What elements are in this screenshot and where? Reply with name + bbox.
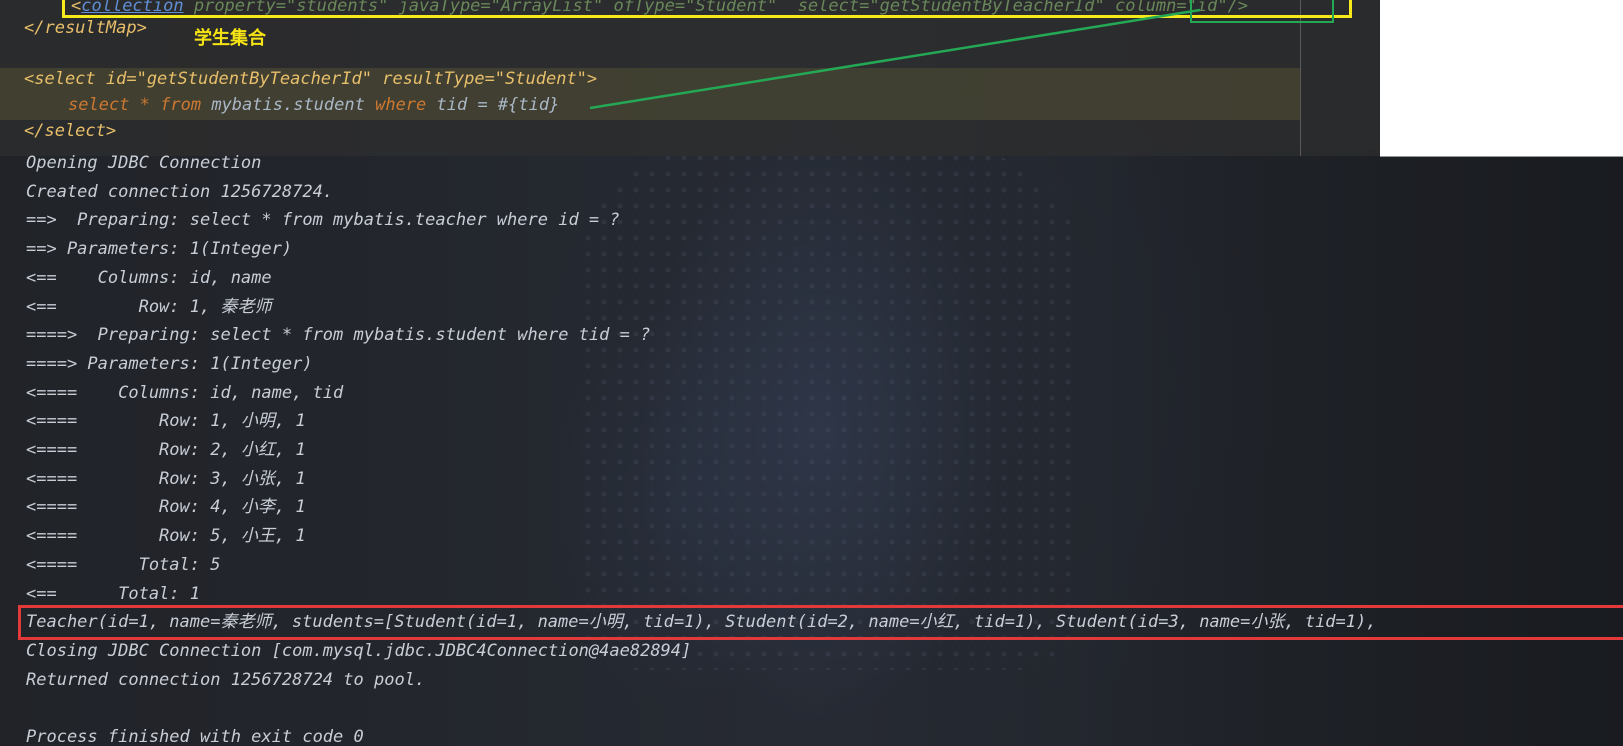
console-line: Closing JDBC Connection [com.mysql.jdbc.… xyxy=(26,640,692,661)
sql-star: * xyxy=(129,95,161,115)
console-line: <==== Total: 5 xyxy=(26,554,221,575)
console-line: ====> Parameters: 1(Integer) xyxy=(26,353,313,374)
console-line: <==== Row: 5, 小王, 1 xyxy=(26,526,306,547)
sql-keyword-from: from xyxy=(160,95,202,115)
console-line: <==== Row: 1, 小明, 1 xyxy=(26,411,306,432)
console-line: Opening JDBC Connection xyxy=(26,153,262,173)
console-line: <== Row: 1, 秦老师 xyxy=(26,296,272,317)
console-line: <==== Row: 4, 小李, 1 xyxy=(26,497,306,518)
sql-condition: tid = #{tid} xyxy=(426,95,560,115)
code-editor[interactable]: <collection property="students" javaType… xyxy=(0,0,1380,156)
screenshot-root: <collection property="students" javaType… xyxy=(0,0,1623,746)
select-close-tag[interactable]: </select> xyxy=(24,120,116,142)
console-line: ==> Parameters: 1(Integer) xyxy=(26,239,293,260)
select-open-tag[interactable]: <select id="getStudentByTeacherId" resul… xyxy=(24,68,597,90)
student-collection-annotation: 学生集合 xyxy=(194,28,266,49)
result-map-close-tag[interactable]: </resultMap> xyxy=(24,17,147,39)
collection-tag[interactable]: collection xyxy=(81,0,183,15)
right-margin-guide xyxy=(1300,0,1301,156)
blank-white-region xyxy=(1380,0,1623,157)
collection-attributes: property="students" javaType="ArrayList"… xyxy=(183,0,1249,16)
column-attr-highlight-box xyxy=(1190,0,1334,23)
sql-keyword-select: select xyxy=(68,95,130,115)
console-line: <==== Row: 3, 小张, 1 xyxy=(26,468,306,489)
console-line: Created connection 1256728724. xyxy=(26,181,334,202)
collection-open-bracket: < xyxy=(71,0,82,16)
sql-table: mybatis.student xyxy=(201,95,376,115)
console-line: ====> Preparing: select * from mybatis.s… xyxy=(26,325,651,346)
console-line: <== Total: 1 xyxy=(26,583,200,604)
console-line: Returned connection 1256728724 to pool. xyxy=(26,669,426,690)
console-line: <==== Row: 2, 小红, 1 xyxy=(26,440,306,460)
collection-element-line[interactable]: <collection property="students" javaType… xyxy=(62,0,1352,18)
sql-statement-line[interactable]: select * from mybatis.student where tid … xyxy=(68,94,559,116)
console-line: ==> Preparing: select * from mybatis.tea… xyxy=(26,210,620,231)
console-line: Process finished with exit code 0 xyxy=(26,727,364,746)
console-line: <==== Columns: id, name, tid xyxy=(26,382,344,403)
console-line: <== Columns: id, name xyxy=(26,267,272,288)
result-highlight-box xyxy=(18,605,1623,640)
sql-keyword-where: where xyxy=(375,95,427,115)
